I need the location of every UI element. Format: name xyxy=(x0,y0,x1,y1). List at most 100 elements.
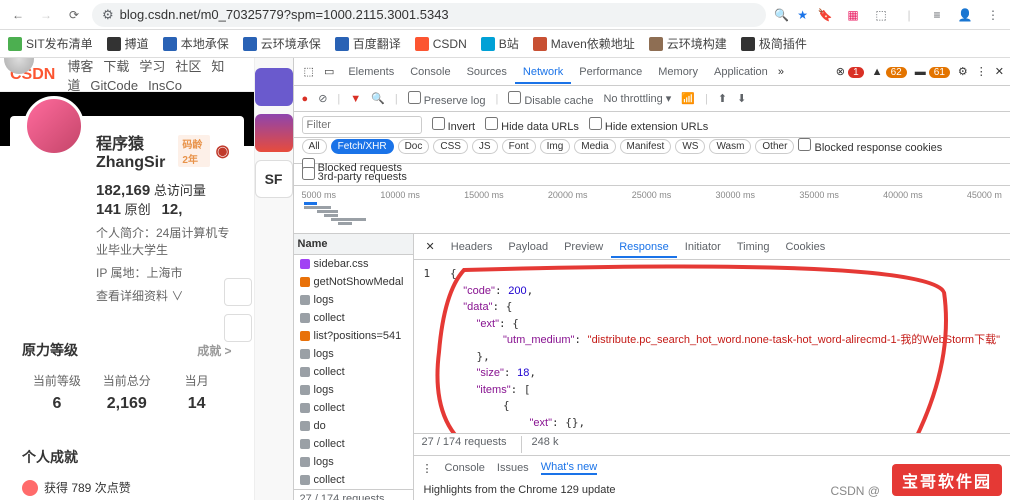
detail-tab[interactable]: Headers xyxy=(443,238,501,256)
request-row[interactable]: collect xyxy=(294,435,413,453)
third-party-checkbox[interactable]: 3rd-party requests xyxy=(302,167,407,183)
filter-input[interactable] xyxy=(302,116,422,134)
type-filter[interactable]: All xyxy=(302,139,327,154)
more-icon[interactable]: ⋮ xyxy=(976,65,987,78)
request-row[interactable]: logs xyxy=(294,453,413,471)
hide-ext-checkbox[interactable]: Hide extension URLs xyxy=(589,117,708,133)
search-icon[interactable]: 🔍 xyxy=(774,8,789,22)
devtools-tab[interactable]: Memory xyxy=(650,62,706,82)
search-net-icon[interactable]: 🔍 xyxy=(371,92,385,105)
warn-badge-1[interactable]: ▲ 62 xyxy=(872,66,907,78)
bookmark-item[interactable]: Maven依赖地址 xyxy=(533,35,635,52)
bookmark-item[interactable]: 搏道 xyxy=(107,35,149,52)
rec-item-1[interactable] xyxy=(255,68,293,106)
type-filter[interactable]: WS xyxy=(675,139,705,154)
filter-toggle-icon[interactable]: ▼ xyxy=(350,93,361,105)
blocked-resp-checkbox[interactable]: Blocked response cookies xyxy=(798,138,942,154)
device-icon[interactable]: ▭ xyxy=(320,65,338,78)
bookmark-star-icon[interactable]: ★ xyxy=(797,8,808,22)
devtools-tab[interactable]: Application xyxy=(706,62,776,82)
detail-tab[interactable]: Response xyxy=(611,238,677,258)
reading-list-icon[interactable]: ≡ xyxy=(928,6,946,24)
more-tabs-icon[interactable]: » xyxy=(778,66,784,78)
avatar[interactable] xyxy=(24,96,84,156)
request-row[interactable]: logs xyxy=(294,345,413,363)
ext-icon-2[interactable]: ⬚ xyxy=(872,6,890,24)
request-row[interactable]: do xyxy=(294,417,413,435)
nav-item[interactable]: 学习 xyxy=(139,59,165,74)
devtools-tab[interactable]: Sources xyxy=(459,62,515,82)
float-btn-1[interactable] xyxy=(224,278,252,306)
timeline[interactable]: 5000 ms10000 ms15000 ms20000 ms25000 ms3… xyxy=(294,186,1010,234)
rec-item-3[interactable]: SF xyxy=(255,160,293,198)
type-filter[interactable]: CSS xyxy=(433,139,468,154)
type-filter[interactable]: Font xyxy=(502,139,536,154)
bookmark-item[interactable]: B站 xyxy=(481,35,519,52)
devtools-tab[interactable]: Network xyxy=(515,62,571,84)
bookmark-item[interactable]: 本地承保 xyxy=(163,35,229,52)
type-filter[interactable]: Wasm xyxy=(709,139,751,154)
devtools-tab[interactable]: Elements xyxy=(340,62,402,82)
detail-tab[interactable]: Initiator xyxy=(677,238,729,256)
bookmark-item[interactable]: 极简插件 xyxy=(741,35,807,52)
menu-icon[interactable]: ⋮ xyxy=(984,6,1002,24)
detail-tab[interactable]: Timing xyxy=(729,238,778,256)
disable-cache-checkbox[interactable]: Disable cache xyxy=(508,91,593,107)
nav-item[interactable]: GitCode xyxy=(90,78,138,93)
type-filter[interactable]: Media xyxy=(574,139,615,154)
back-button[interactable]: ← xyxy=(8,5,28,25)
upload-icon[interactable]: ⬆ xyxy=(718,92,727,105)
ext-icon-1[interactable]: ▦ xyxy=(844,6,862,24)
error-badge[interactable]: ⊗ 1 xyxy=(836,65,864,78)
type-filter[interactable]: Fetch/XHR xyxy=(331,139,394,154)
warn-badge-2[interactable]: ▬ 61 xyxy=(915,66,950,78)
bookmark-item[interactable]: 百度翻译 xyxy=(335,35,401,52)
bookmark-icon[interactable]: 🔖 xyxy=(816,6,834,24)
detail-tab[interactable]: Payload xyxy=(500,238,556,256)
drawer-tab[interactable]: What's new xyxy=(541,461,598,475)
clear-icon[interactable]: ⊘ xyxy=(318,92,327,105)
nav-item[interactable]: 博客 xyxy=(67,59,93,74)
bookmark-item[interactable]: CSDN xyxy=(415,37,467,51)
request-row[interactable]: getNotShowMedal xyxy=(294,273,413,291)
type-filter[interactable]: Img xyxy=(540,139,571,154)
drawer-tab[interactable]: Issues xyxy=(497,462,529,474)
drawer-toggle-icon[interactable]: ⋮ xyxy=(422,462,433,475)
request-row[interactable]: list?positions=541 xyxy=(294,327,413,345)
response-body[interactable]: 1 { "code": 200, "data": { "ext": { "utm… xyxy=(414,260,1010,433)
profile-icon[interactable]: 👤 xyxy=(956,6,974,24)
preserve-log-checkbox[interactable]: Preserve log xyxy=(408,91,486,107)
site-info-icon[interactable]: ⚙ xyxy=(102,7,114,23)
hide-data-checkbox[interactable]: Hide data URLs xyxy=(485,117,579,133)
refresh-button[interactable]: ⟳ xyxy=(64,5,84,25)
type-filter[interactable]: Manifest xyxy=(620,139,672,154)
settings-icon[interactable]: ⚙ xyxy=(958,65,968,78)
achieve-link[interactable]: 成就 > xyxy=(197,342,231,359)
wifi-icon[interactable]: 📶 xyxy=(681,92,695,105)
request-row[interactable]: sidebar.css xyxy=(294,255,413,273)
record-icon[interactable]: ● xyxy=(302,93,309,105)
request-row[interactable]: collect xyxy=(294,309,413,327)
close-detail-icon[interactable]: ✕ xyxy=(420,237,441,256)
request-row[interactable]: collect xyxy=(294,471,413,489)
rec-item-2[interactable] xyxy=(255,114,293,152)
type-filter[interactable]: Doc xyxy=(398,139,430,154)
name-header[interactable]: Name xyxy=(294,234,413,255)
drawer-tab[interactable]: Console xyxy=(445,462,485,474)
throttle-select[interactable]: No throttling ▾ xyxy=(603,92,671,105)
bookmark-item[interactable]: 云环境构建 xyxy=(649,35,727,52)
float-btn-2[interactable] xyxy=(224,314,252,342)
request-row[interactable]: collect xyxy=(294,363,413,381)
address-bar[interactable]: ⚙ blog.csdn.net/m0_70325779?spm=1000.211… xyxy=(92,3,766,27)
download-icon[interactable]: ⬇ xyxy=(737,92,746,105)
detail-tab[interactable]: Preview xyxy=(556,238,611,256)
invert-checkbox[interactable]: Invert xyxy=(432,117,476,133)
close-devtools-icon[interactable]: ✕ xyxy=(995,65,1004,78)
devtools-tab[interactable]: Performance xyxy=(571,62,650,82)
forward-button[interactable]: → xyxy=(36,5,56,25)
nav-item[interactable]: InsCo xyxy=(148,78,182,93)
type-filter[interactable]: JS xyxy=(472,139,498,154)
bookmark-item[interactable]: 云环境承保 xyxy=(243,35,321,52)
type-filter[interactable]: Other xyxy=(755,139,794,154)
nav-item[interactable]: 社区 xyxy=(175,59,201,74)
